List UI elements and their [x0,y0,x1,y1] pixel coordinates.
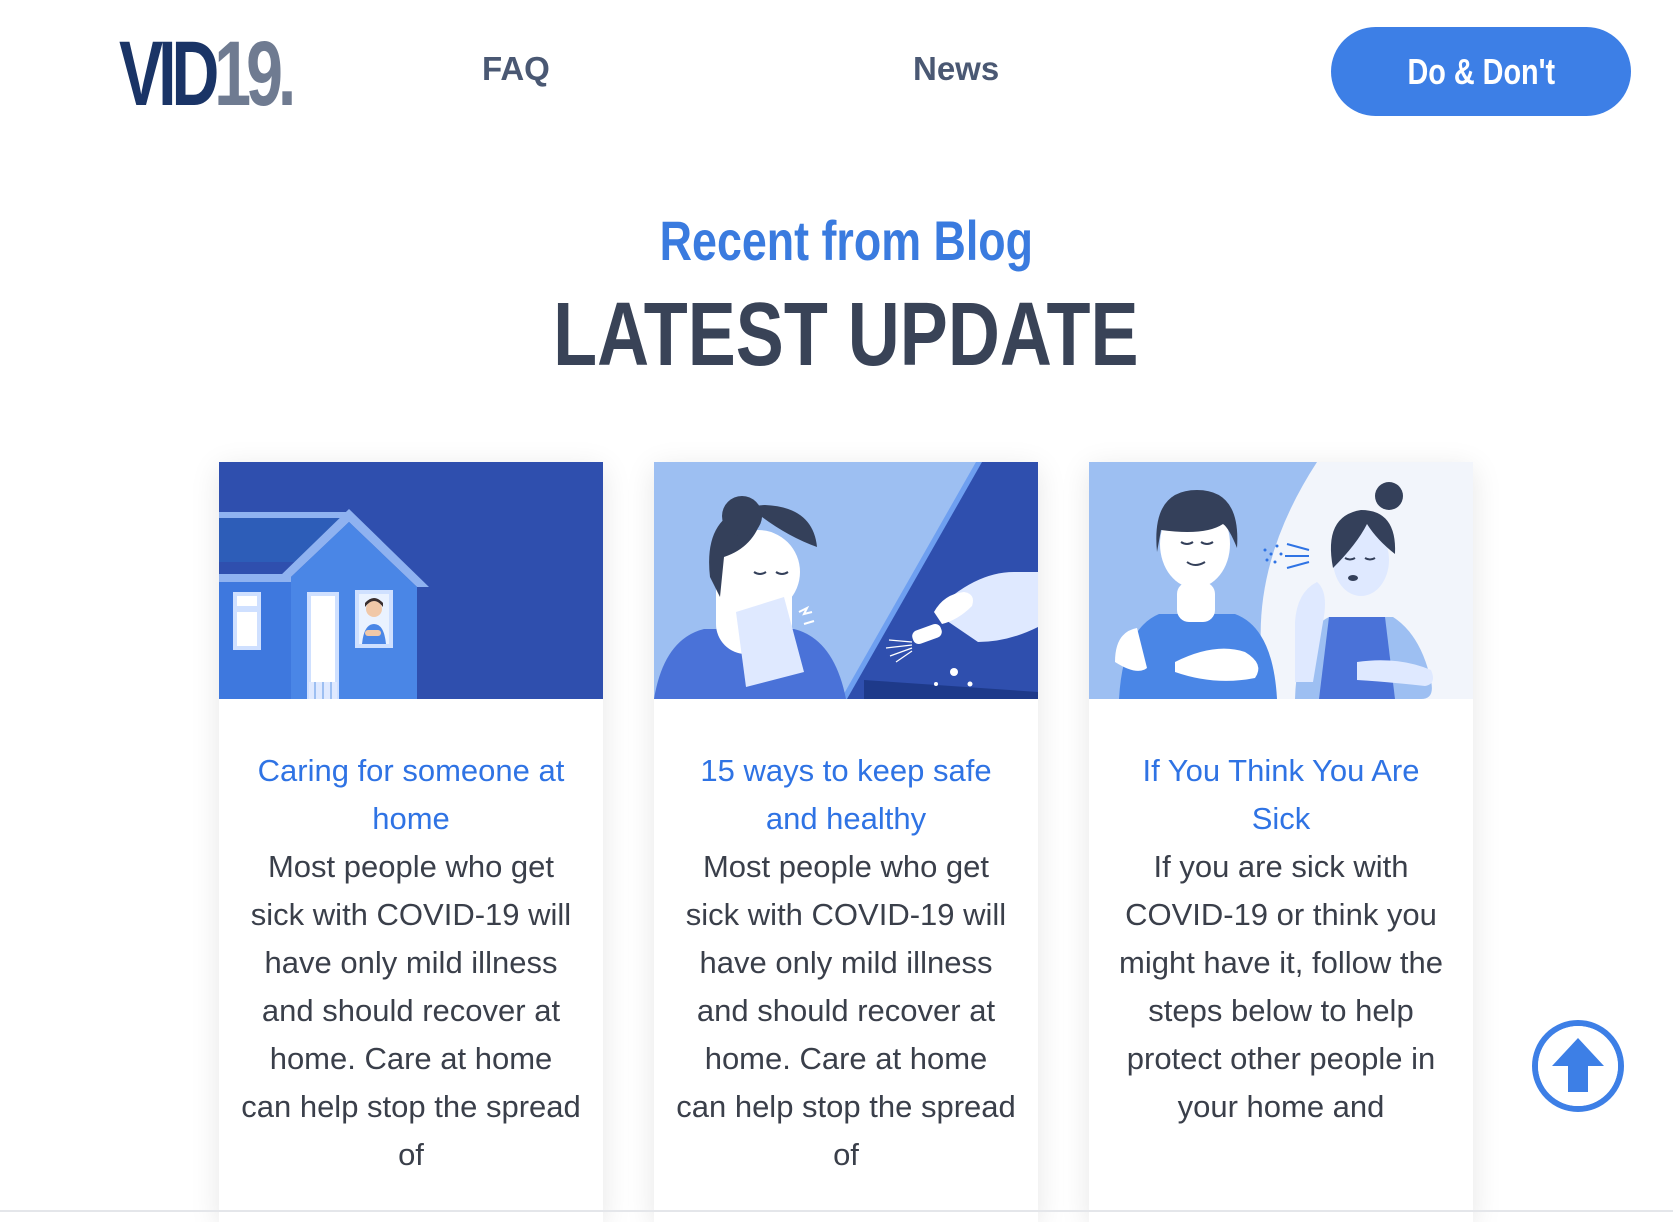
blog-card-safe-healthy[interactable]: 15 ways to keep safe and healthy Most pe… [654,462,1038,1222]
nav-faq-link[interactable]: FAQ [482,50,550,88]
scroll-to-top-button[interactable] [1532,1020,1624,1112]
logo-text-19: 19. [214,23,296,125]
sneeze-and-disinfect-illustration [654,462,1038,699]
blog-card-caring[interactable]: Caring for someone at home Most people w… [219,462,603,1222]
cough-illustration [1089,462,1473,699]
blog-card-if-sick[interactable]: If You Think You Are Sick If you are sic… [1089,462,1473,1222]
blog-card-title[interactable]: 15 ways to keep safe and healthy [676,747,1016,843]
section-title-text: LATEST UPDATE [553,285,1139,385]
blog-card-title[interactable]: If You Think You Are Sick [1111,747,1451,843]
section-eyebrow-text: Recent from Blog [659,209,1033,272]
blog-card-title[interactable]: Caring for someone at home [241,747,581,843]
do-and-dont-button[interactable]: Do & Don't [1331,27,1631,116]
blog-card-excerpt: If you are sick with COVID-19 or think y… [1119,849,1443,1124]
arrow-up-icon [1538,1026,1618,1106]
blog-card-excerpt: Most people who get sick with COVID-19 w… [241,849,581,1172]
house-illustration [219,462,603,699]
site-logo[interactable]: VID19. [119,28,296,120]
logo-text-vid: VID [119,23,219,125]
section-eyebrow: Recent from Blog [0,208,1673,273]
page-divider [0,1210,1673,1212]
section-title: LATEST UPDATE [0,290,1673,380]
nav-news-link[interactable]: News [913,50,999,88]
do-and-dont-label: Do & Don't [1407,50,1555,92]
blog-card-excerpt: Most people who get sick with COVID-19 w… [676,849,1016,1172]
